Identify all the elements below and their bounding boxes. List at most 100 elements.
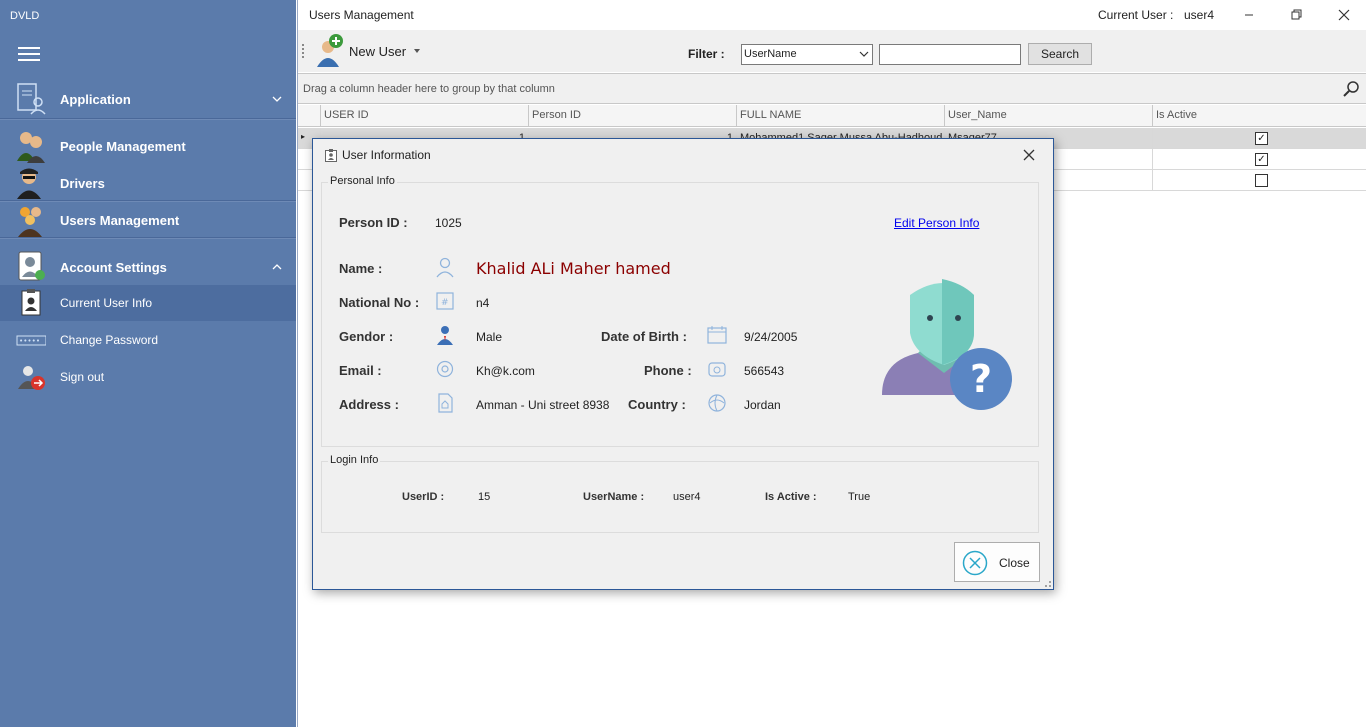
close-label: Close xyxy=(999,556,1030,570)
close-button[interactable]: Close xyxy=(954,542,1040,582)
search-icon[interactable] xyxy=(1343,80,1361,98)
resize-grip-icon[interactable] xyxy=(1042,578,1052,588)
dialog-title: User Information xyxy=(342,148,431,162)
filter-label: Filter : xyxy=(688,47,725,61)
phone-icon xyxy=(708,362,726,377)
chevron-down-icon xyxy=(859,51,869,57)
filter-dropdown[interactable]: UserName xyxy=(741,44,873,65)
gender-label: Gendor : xyxy=(339,329,394,344)
is-active-value: True xyxy=(848,491,871,503)
group-title: Login Info xyxy=(328,454,381,466)
date-of-birth-value: 9/24/2005 xyxy=(744,330,798,344)
sidebar-item-sign-out[interactable]: Sign out xyxy=(0,359,296,395)
column-header-person-id[interactable]: Person ID xyxy=(529,105,737,127)
person-id-value: 1025 xyxy=(435,216,462,230)
sidebar-group-label: Account Settings xyxy=(60,260,167,275)
address-icon xyxy=(438,393,453,413)
restore-icon[interactable] xyxy=(1286,6,1306,24)
sidebar-item-change-password[interactable]: ••••• Change Password xyxy=(0,322,296,358)
personal-info-group: Personal Info Person ID : 1025 Edit Pers… xyxy=(321,175,1039,447)
email-label: Email : xyxy=(339,363,382,378)
sidebar-group-people-management[interactable]: People Management xyxy=(0,127,296,165)
person-icon xyxy=(436,257,454,278)
toolbar-grip[interactable] xyxy=(302,44,305,58)
sidebar-item-label: Sign out xyxy=(60,370,105,384)
sidebar: DVLD Application People Management Drive… xyxy=(0,0,296,727)
name-label: Name : xyxy=(339,261,383,276)
date-of-birth-label: Date of Birth : xyxy=(601,329,687,344)
is-active-checkbox[interactable]: ✓ xyxy=(1255,132,1268,145)
username-label: UserName : xyxy=(583,491,645,503)
svg-text:?: ? xyxy=(970,357,992,401)
current-user-value: user4 xyxy=(1184,8,1215,22)
at-sign-icon xyxy=(436,360,454,378)
group-title: Personal Info xyxy=(328,175,397,187)
sidebar-group-label: People Management xyxy=(60,139,186,154)
sidebar-item-current-user-info[interactable]: Current User Info xyxy=(0,285,296,321)
address-value: Amman - Uni street 8938 xyxy=(476,398,610,412)
row-indicator-header xyxy=(298,105,321,127)
hamburger-menu-icon[interactable] xyxy=(18,47,40,63)
new-user-label: New User xyxy=(349,44,407,59)
new-user-button[interactable]: New User xyxy=(316,32,426,68)
column-header-full-name[interactable]: FULL NAME xyxy=(737,105,945,127)
user-badge-icon xyxy=(21,289,41,316)
sidebar-group-label: Users Management xyxy=(60,213,180,228)
is-active-checkbox[interactable] xyxy=(1255,174,1268,187)
add-user-icon xyxy=(317,34,343,67)
document-user-icon xyxy=(17,83,46,115)
sidebar-group-account-settings[interactable]: Account Settings xyxy=(0,247,296,285)
country-label: Country : xyxy=(628,397,686,412)
dropdown-arrow-icon[interactable] xyxy=(414,49,420,53)
close-icon[interactable] xyxy=(1020,146,1038,164)
unknown-person-avatar: ? xyxy=(882,279,1012,410)
email-value: Kh@k.com xyxy=(476,364,535,378)
login-info-group: Login Info UserID : 15 UserName : user4 … xyxy=(321,454,1039,533)
sidebar-group-application[interactable]: Application xyxy=(0,80,296,118)
calendar-icon xyxy=(707,326,727,344)
chevron-up-icon[interactable] xyxy=(272,262,282,272)
current-user-label: Current User : xyxy=(1098,8,1174,22)
is-active-checkbox[interactable]: ✓ xyxy=(1255,153,1268,166)
chevron-down-icon[interactable] xyxy=(272,94,282,104)
badge-icon xyxy=(325,149,337,162)
close-circle-icon xyxy=(962,550,988,576)
group-hint: Drag a column header here to group by th… xyxy=(303,83,555,95)
filter-text-input[interactable] xyxy=(879,44,1021,65)
search-button[interactable]: Search xyxy=(1028,43,1092,65)
user-information-dialog: User Information Personal Info Person ID… xyxy=(312,138,1054,590)
country-value: Jordan xyxy=(744,398,781,412)
filter-selected-value: UserName xyxy=(744,48,797,60)
title-bar: Users Management Current User : user4 xyxy=(298,0,1366,30)
app-title: DVLD xyxy=(10,10,40,22)
sidebar-group-label: Drivers xyxy=(60,176,105,191)
users-group-icon xyxy=(18,207,42,237)
edit-person-info-link[interactable]: Edit Person Info xyxy=(894,216,979,230)
person-id-label: Person ID : xyxy=(339,215,408,230)
sidebar-group-drivers[interactable]: Drivers xyxy=(0,165,296,201)
sign-out-icon xyxy=(18,366,45,390)
globe-icon xyxy=(708,394,726,412)
gender-value: Male xyxy=(476,330,503,344)
sidebar-item-label: Current User Info xyxy=(60,296,153,310)
sidebar-group-users-management[interactable]: Users Management xyxy=(0,202,296,238)
phone-label: Phone : xyxy=(644,363,692,378)
user-id-value: 15 xyxy=(478,491,491,503)
minimize-icon[interactable] xyxy=(1239,6,1259,24)
column-header-user-name[interactable]: User_Name xyxy=(945,105,1153,127)
toolbar: New User Filter : UserName Search xyxy=(298,30,1366,72)
address-label: Address : xyxy=(339,397,399,412)
account-settings-icon xyxy=(18,251,45,281)
group-by-panel[interactable]: Drag a column header here to group by th… xyxy=(298,73,1366,104)
divider xyxy=(0,118,296,120)
close-window-icon[interactable] xyxy=(1334,6,1354,24)
user-id-label: UserID : xyxy=(402,491,445,503)
username-value: user4 xyxy=(673,491,701,503)
name-value: Khalid ALi Maher hamed xyxy=(476,259,671,278)
column-header-is-active[interactable]: Is Active xyxy=(1153,105,1366,127)
is-active-label: Is Active : xyxy=(765,491,817,503)
sidebar-item-label: Change Password xyxy=(60,333,159,347)
column-header-user-id[interactable]: USER ID xyxy=(321,105,529,127)
grid-header: USER ID Person ID FULL NAME User_Name Is… xyxy=(298,105,1366,127)
id-card-icon: # xyxy=(436,292,454,310)
